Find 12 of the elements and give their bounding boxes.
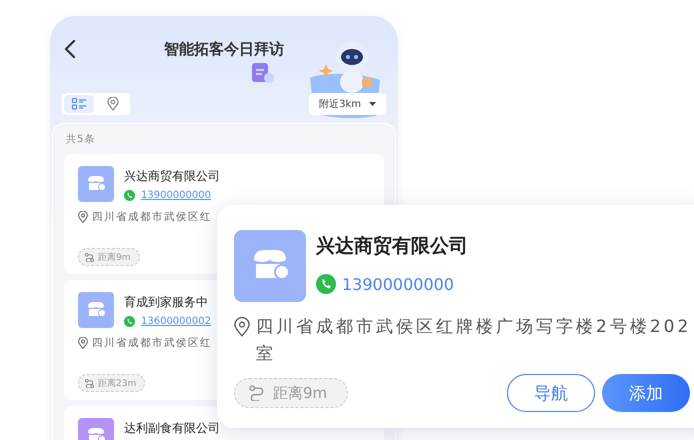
page-title: 智能拓客今日拜访 bbox=[164, 40, 284, 58]
address-text: 四川省成都市武侯区红牌楼广场写字楼2号楼202室 bbox=[256, 316, 692, 366]
company-name: 达利副食有限公司 bbox=[124, 420, 220, 437]
address-text: 四川省成都市武侯区红 bbox=[92, 336, 212, 350]
distance-text: 距离23m bbox=[98, 378, 136, 390]
result-count: 共5条 bbox=[66, 132, 96, 146]
distance-text: 距离9m bbox=[98, 252, 130, 264]
address-text: 四川省成都市武侯区红 bbox=[92, 210, 212, 224]
company-name: 兴达商贸有限公司 bbox=[124, 168, 220, 185]
company-name: 兴达商贸有限公司 bbox=[316, 234, 468, 259]
company-name: 育成到家服务中 bbox=[124, 294, 209, 311]
distance-text: 距离9m bbox=[273, 384, 328, 402]
